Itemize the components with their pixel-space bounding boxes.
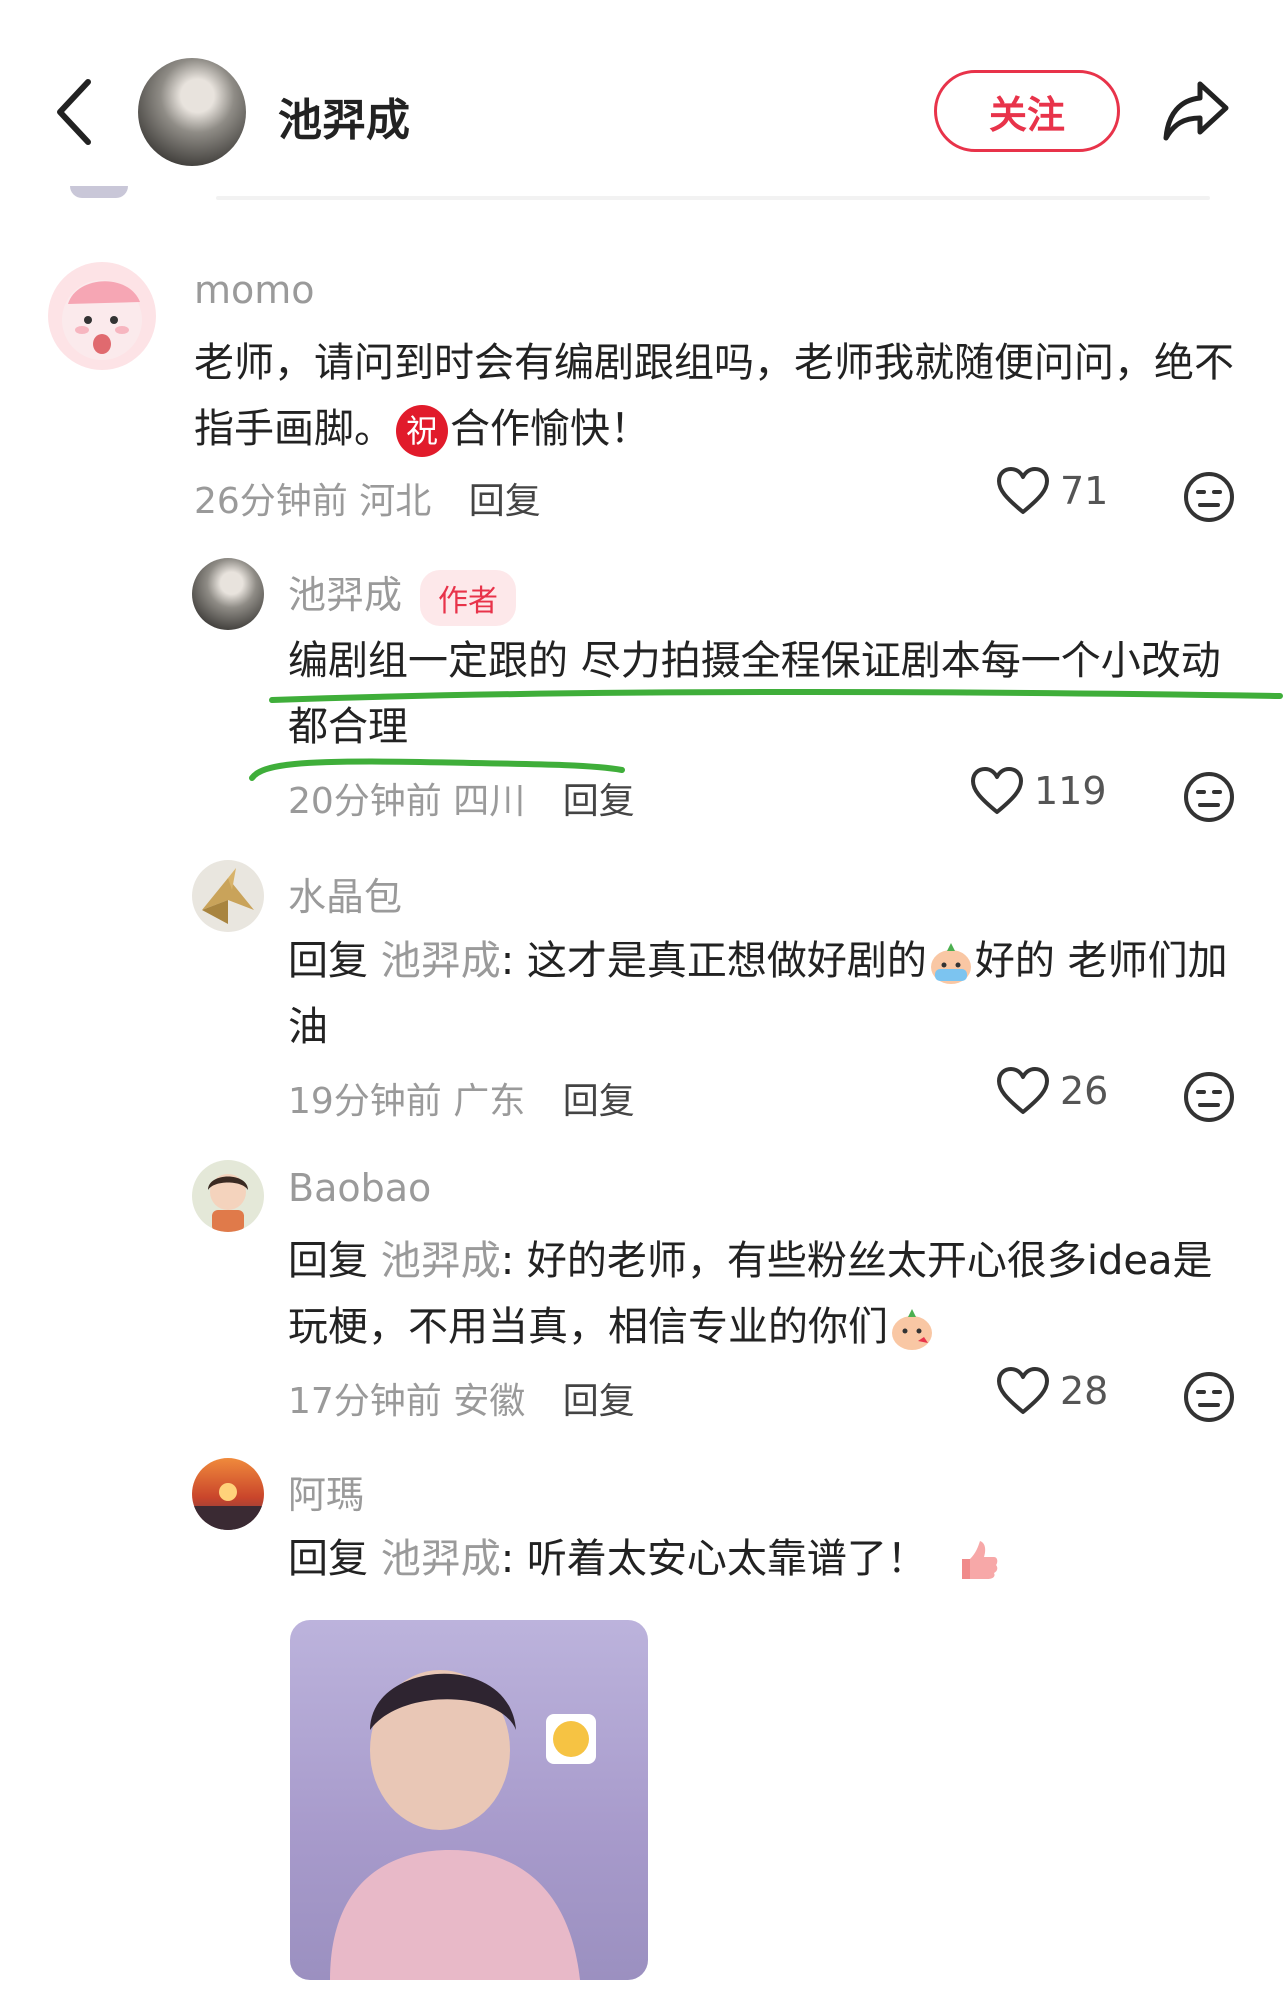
origami-crane-icon — [202, 868, 254, 924]
comment-text-part: : 这才是真正想做好剧的 — [500, 938, 927, 984]
comment-text-part: 老师，请问到时会有编剧跟组吗，老师我就随便问问，绝不指手画脚。 — [194, 340, 1234, 452]
person-photo-image — [330, 1670, 596, 1980]
follow-button[interactable]: 关注 — [934, 70, 1120, 152]
like-count: 71 — [1060, 469, 1109, 513]
comment-text: 回复 池羿成: 好的老师，有些粉丝太开心很多idea是玩梗，不用当真，相信专业的… — [288, 1228, 1248, 1360]
heart-icon — [997, 1067, 1049, 1114]
timestamp: 19分钟前 — [288, 1081, 442, 1122]
dislike-face-icon[interactable] — [1182, 470, 1236, 524]
child-photo-avatar-icon — [208, 1174, 248, 1232]
top-bar: 池羿成 关注 — [0, 0, 1284, 200]
heart-icon — [971, 767, 1023, 814]
user-avatar[interactable] — [192, 1458, 264, 1530]
timestamp: 20分钟前 — [288, 781, 442, 822]
comment-meta: 19分钟前 广东 回复 — [288, 1072, 635, 1124]
username[interactable]: 阿瑪 — [288, 1464, 364, 1519]
sunset-avatar-icon — [192, 1483, 264, 1530]
header-divider — [216, 196, 1210, 200]
reply-prefix: 回复 — [288, 1536, 368, 1582]
user-avatar[interactable] — [192, 558, 264, 630]
username[interactable]: Baobao — [288, 1166, 431, 1210]
comment-meta: 20分钟前 四川 回复 — [288, 772, 635, 824]
like-button[interactable]: 26 — [996, 1066, 1108, 1116]
location: 广东 — [453, 1081, 526, 1122]
author-name[interactable]: 池羿成 — [278, 84, 410, 148]
comment-text: 老师，请问到时会有编剧跟组吗，老师我就随便问问，绝不指手画脚。祝合作愉快！ — [194, 330, 1234, 462]
like-button[interactable]: 119 — [970, 766, 1107, 816]
thumbs-up-emoji-icon — [961, 1541, 997, 1579]
user-avatar[interactable] — [48, 262, 156, 370]
reply-button[interactable]: 回复 — [563, 1081, 635, 1122]
heart-icon — [997, 1367, 1049, 1414]
comment-text-part: : 听着太安心太靠谱了！ — [500, 1536, 927, 1582]
reply-to-name[interactable]: 池羿成 — [381, 938, 501, 984]
like-count: 119 — [1034, 769, 1107, 813]
reply-prefix: 回复 — [288, 938, 368, 984]
dislike-face-icon[interactable] — [1182, 770, 1236, 824]
dislike-face-icon[interactable] — [1182, 1370, 1236, 1424]
like-button[interactable]: 71 — [996, 466, 1108, 516]
comment-text-part: 合作愉快！ — [450, 406, 650, 452]
share-icon[interactable] — [1160, 74, 1232, 146]
previous-avatar-edge — [70, 186, 128, 198]
user-avatar[interactable] — [192, 1160, 264, 1232]
timestamp: 17分钟前 — [288, 1381, 442, 1422]
heart-icon — [997, 467, 1049, 514]
author-badge: 作者 — [420, 569, 517, 626]
like-count: 28 — [1060, 1369, 1109, 1413]
crying-emoji-icon — [930, 943, 971, 984]
dislike-face-icon[interactable] — [1182, 1070, 1236, 1124]
username[interactable]: 水晶包 — [288, 866, 402, 921]
like-button[interactable]: 28 — [996, 1366, 1108, 1416]
comment-text: 回复 池羿成: 这才是真正想做好剧的 好的 老师们加油 — [288, 928, 1228, 1060]
comment-text: 编剧组一定跟的 尽力拍摄全程保证剧本每一个小改动都合理 — [288, 638, 1221, 750]
comment-text: 回复 池羿成: 听着太安心太靠谱了！ — [288, 1526, 1248, 1592]
reply-prefix: 回复 — [288, 1238, 368, 1284]
reply-to-name[interactable]: 池羿成 — [381, 1238, 501, 1284]
kissing-emoji-icon — [892, 1309, 932, 1350]
reply-button[interactable]: 回复 — [563, 781, 635, 822]
comment-meta: 17分钟前 安徽 回复 — [288, 1372, 635, 1424]
like-count: 26 — [1060, 1069, 1109, 1113]
comment-meta: 26分钟前 河北 回复 — [194, 472, 541, 524]
reply-button[interactable]: 回复 — [469, 481, 541, 522]
username[interactable]: 池羿成 — [288, 573, 402, 617]
username[interactable]: momo — [194, 268, 315, 312]
blessing-emoji-icon: 祝 — [396, 405, 448, 457]
author-avatar[interactable] — [138, 58, 246, 166]
back-arrow-icon[interactable] — [50, 76, 98, 148]
location: 四川 — [453, 781, 526, 822]
timestamp: 26分钟前 — [194, 481, 348, 522]
user-avatar[interactable] — [192, 860, 264, 932]
reply-button[interactable]: 回复 — [563, 1381, 635, 1422]
reply-image[interactable] — [290, 1620, 648, 1980]
location: 安徽 — [453, 1381, 526, 1422]
cartoon-avatar-icon — [62, 280, 142, 360]
username-row: 池羿成 作者 — [288, 564, 517, 626]
location: 河北 — [359, 481, 432, 522]
reply-to-name[interactable]: 池羿成 — [381, 1536, 501, 1582]
